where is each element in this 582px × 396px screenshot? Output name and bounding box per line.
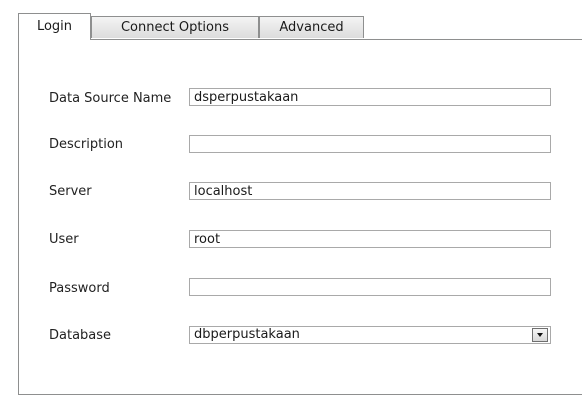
database-label: Database bbox=[49, 328, 112, 343]
user-input[interactable] bbox=[189, 230, 551, 248]
description-label: Description bbox=[49, 137, 124, 152]
tab-login[interactable]: Login bbox=[18, 13, 91, 40]
server-label: Server bbox=[49, 184, 92, 199]
database-select-value: dbperpustakaan bbox=[194, 327, 300, 342]
login-panel: Data Source Name Description Server User… bbox=[18, 39, 582, 395]
tab-connect-options[interactable]: Connect Options bbox=[91, 16, 259, 38]
password-input[interactable] bbox=[189, 278, 551, 296]
data-source-name-label: Data Source Name bbox=[49, 91, 172, 106]
password-label: Password bbox=[49, 281, 110, 296]
chevron-down-icon bbox=[537, 333, 543, 337]
user-label: User bbox=[49, 232, 79, 247]
tab-strip: Login Connect Options Advanced bbox=[18, 13, 582, 40]
server-input[interactable] bbox=[189, 182, 551, 200]
data-source-name-input[interactable] bbox=[189, 88, 551, 106]
database-dropdown-button[interactable] bbox=[532, 328, 548, 342]
odbc-dialog: Login Connect Options Advanced Data Sour… bbox=[0, 0, 582, 396]
tab-advanced[interactable]: Advanced bbox=[259, 16, 364, 38]
database-select[interactable]: dbperpustakaan bbox=[189, 326, 551, 344]
description-input[interactable] bbox=[189, 135, 551, 153]
